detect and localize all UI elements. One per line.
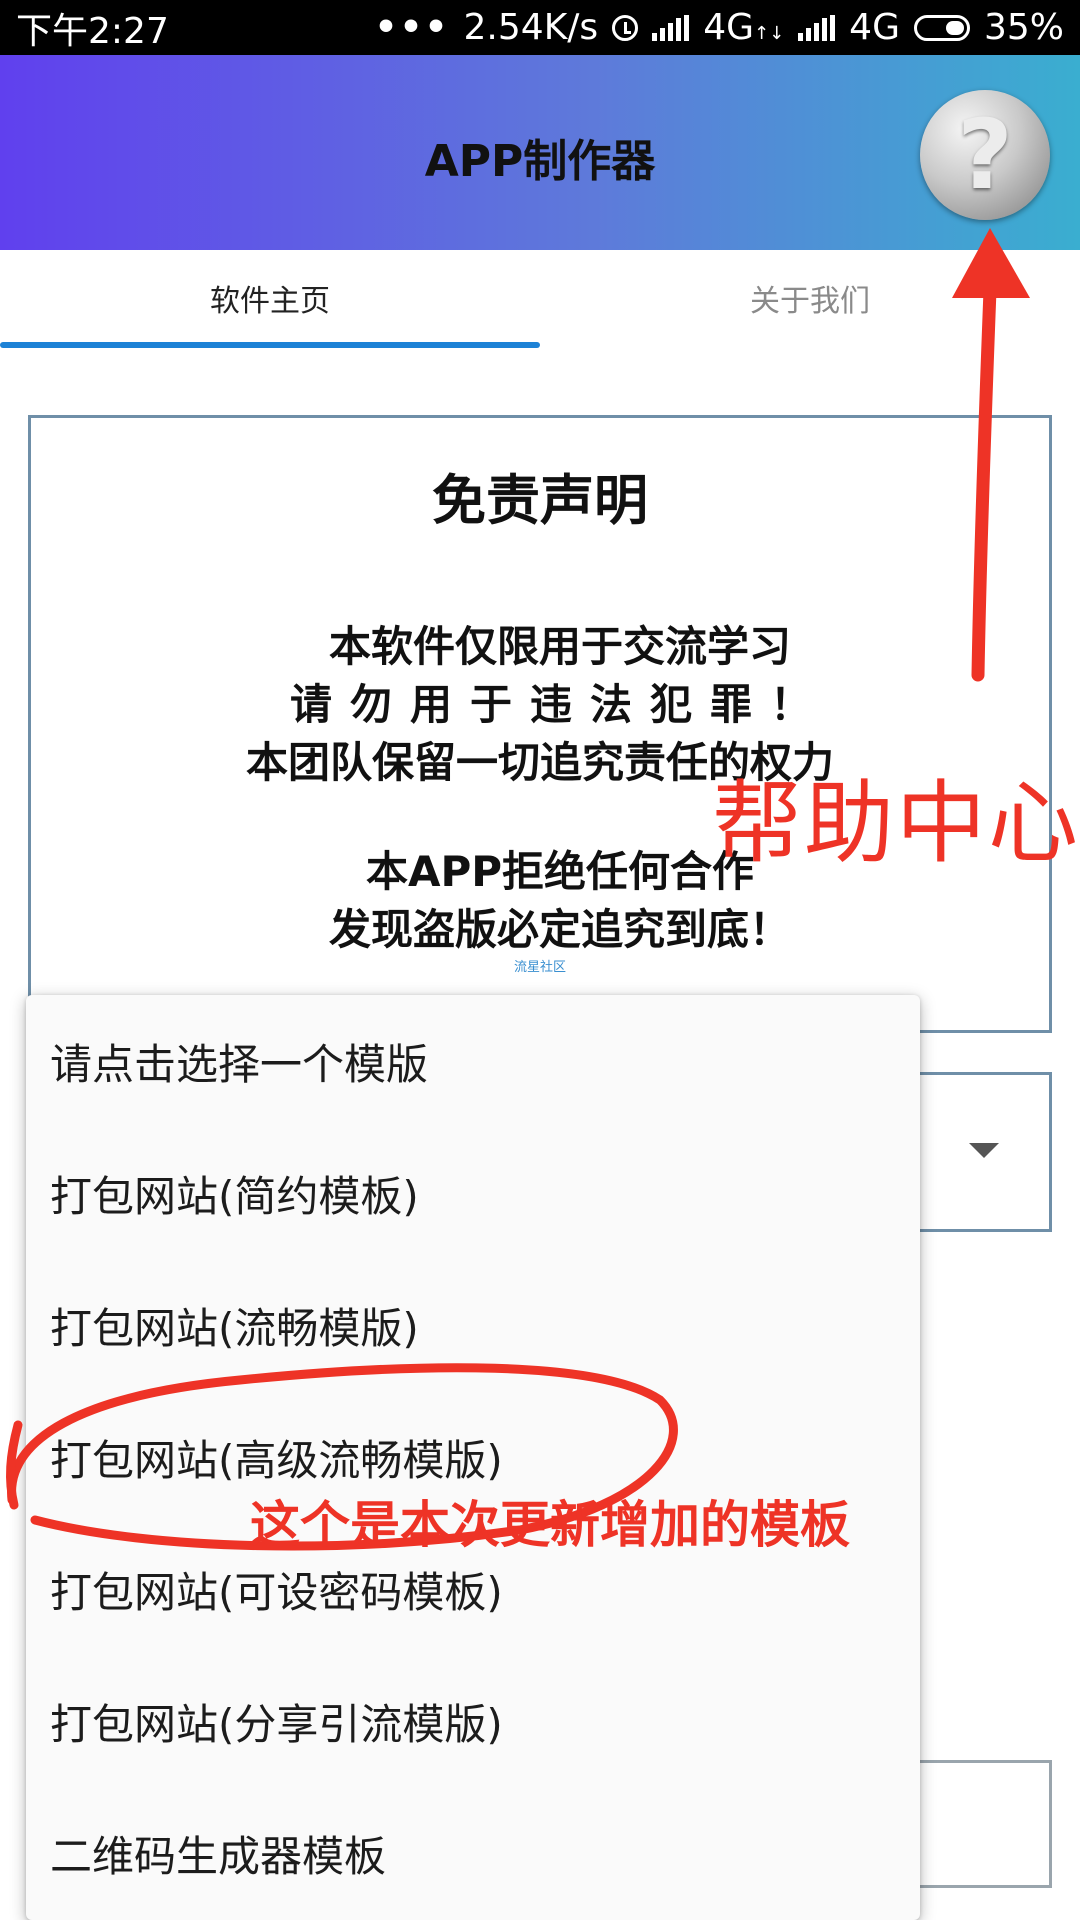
question-mark-icon: ?: [957, 99, 1013, 211]
tab-bar: 软件主页 关于我们: [0, 250, 1080, 350]
dropdown-arrow-icon: [969, 1143, 999, 1158]
annotation-help-center: 帮助中心: [712, 771, 1080, 876]
tab-home[interactable]: 软件主页: [0, 250, 540, 346]
menu-item-share-template[interactable]: 打包网站(分享引流模版): [26, 1655, 920, 1787]
template-dropdown-menu: 请点击选择一个模版 打包网站(简约模板) 打包网站(流畅模版) 打包网站(高级流…: [26, 995, 920, 1920]
menu-item-simple-template[interactable]: 打包网站(简约模板): [26, 1127, 920, 1259]
alarm-icon: [612, 14, 639, 41]
community-link[interactable]: 流星社区: [31, 956, 1049, 975]
disclaimer-line: 本软件仅限用于交流学习: [328, 622, 791, 671]
disclaimer-card: 免责声明 本软件仅限用于交流学习 请勿用于违法犯罪！ 本团队保留一切追究责任的权…: [28, 415, 1052, 1033]
annotation-new-template: 这个是本次更新增加的模板: [250, 1496, 850, 1554]
input-box[interactable]: [900, 1760, 1052, 1888]
app-title: APP制作器: [424, 136, 656, 187]
signal-icon-2: [798, 14, 836, 41]
status-bar: 下午2:27 ••• 2.54K/s 4G↑↓ 4G 35%: [0, 0, 1080, 55]
menu-item-qrcode-template[interactable]: 二维码生成器模板: [26, 1787, 920, 1919]
more-notifications-icon: •••: [374, 7, 450, 48]
disclaimer-title: 免责声明: [432, 469, 648, 532]
battery-icon: [913, 14, 970, 41]
status-indicators: ••• 2.54K/s 4G↑↓ 4G 35%: [375, 7, 1065, 48]
network-type-2: 4G: [849, 7, 900, 48]
network-type-1: 4G↑↓: [703, 7, 785, 48]
network-speed: 2.54K/s: [463, 7, 599, 48]
signal-icon: [652, 14, 690, 41]
disclaimer-line: 请勿用于违法犯罪！: [289, 680, 830, 729]
menu-item-smooth-template[interactable]: 打包网站(流畅模版): [26, 1259, 920, 1391]
app-bar: APP制作器 ?: [0, 55, 1080, 250]
battery-percent: 35%: [983, 7, 1064, 48]
tab-indicator: [0, 342, 540, 348]
disclaimer-line: 发现盗版必定追究到底！: [328, 905, 791, 954]
tab-about-us[interactable]: 关于我们: [540, 250, 1080, 346]
menu-item-placeholder[interactable]: 请点击选择一个模版: [26, 995, 920, 1127]
annotation-circle-tail: [6, 1420, 23, 1510]
help-center-button[interactable]: ?: [920, 90, 1050, 220]
status-time: 下午2:27: [16, 10, 169, 52]
